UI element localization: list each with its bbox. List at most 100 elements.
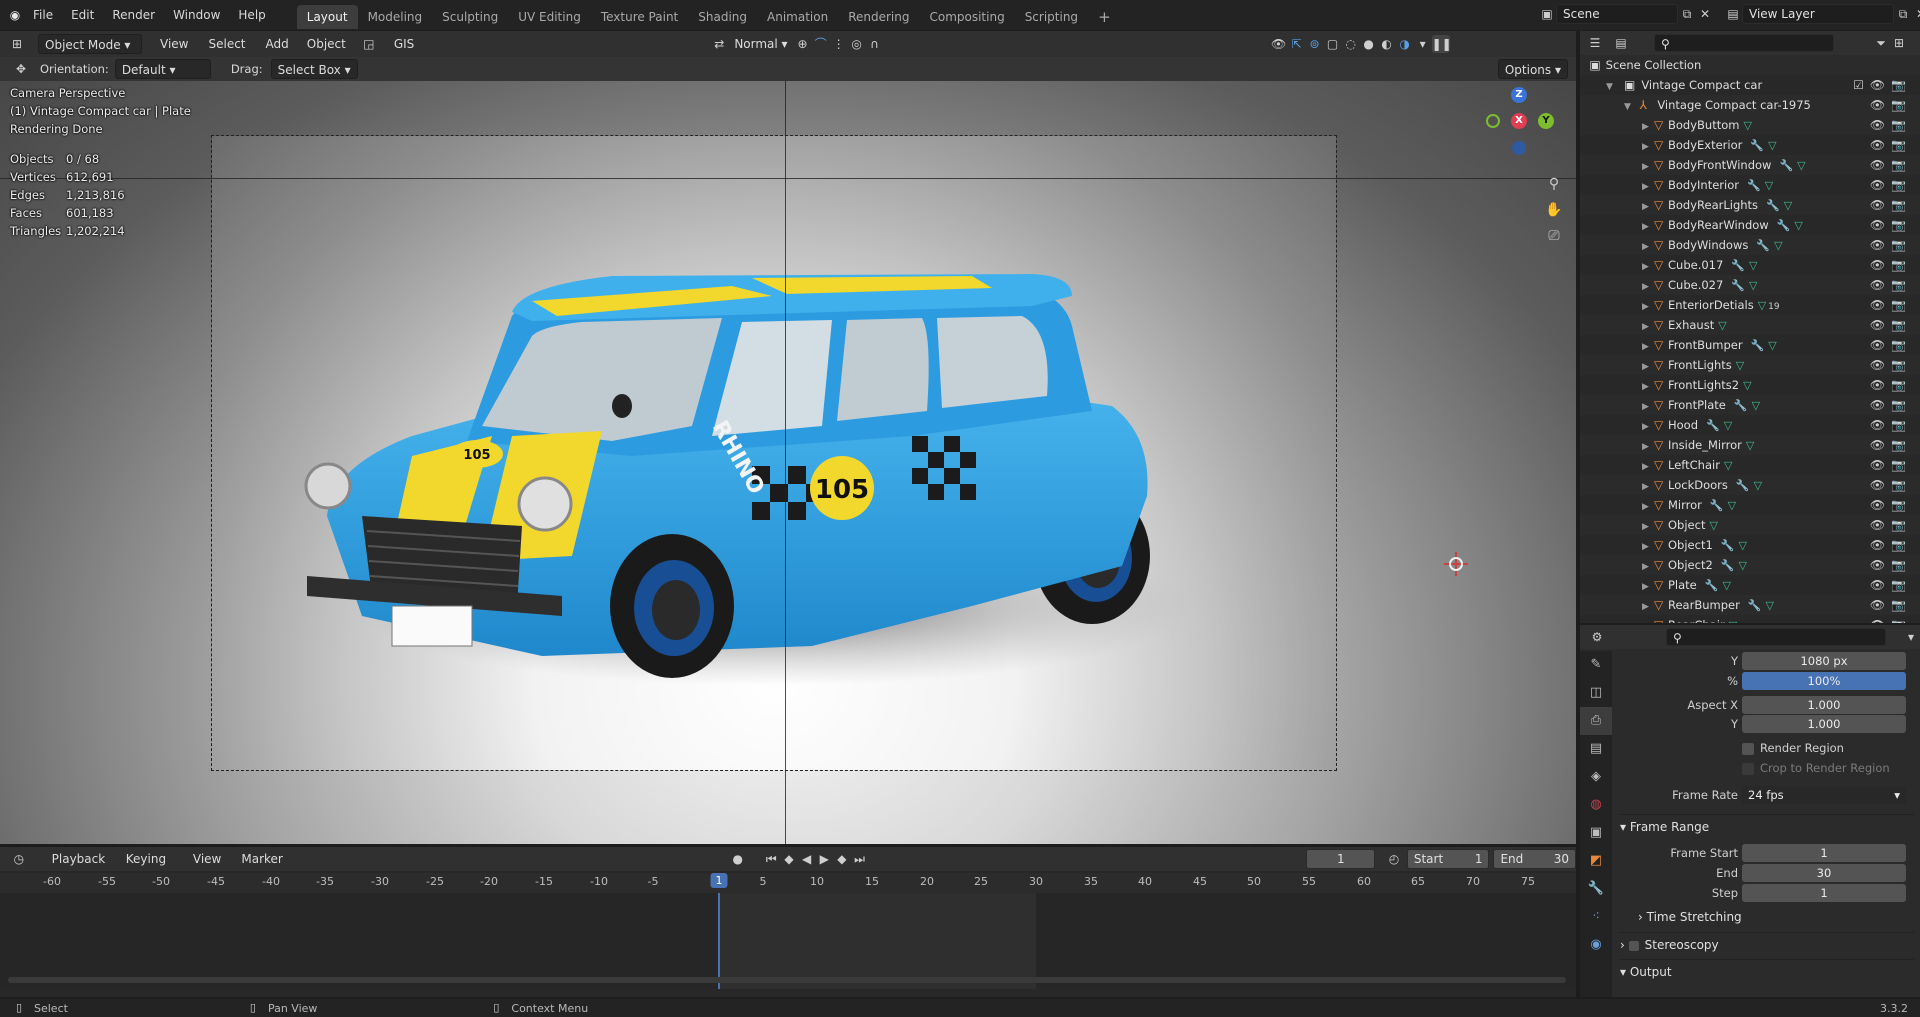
pause-render-icon[interactable]: ❚❚ <box>1431 35 1452 53</box>
row-visibility-icons[interactable]: 👁📷 <box>1870 295 1912 315</box>
row-visibility-icons[interactable]: 👁📷 <box>1870 95 1912 115</box>
gizmo-neg-z-axis[interactable] <box>1512 141 1526 155</box>
row-visibility-icons[interactable]: 👁📷 <box>1870 355 1912 375</box>
mesh-data-icon[interactable]: ▽ <box>1738 559 1746 572</box>
outliner-object-row[interactable]: ▶ ▽ Object ▽ 👁📷 <box>1580 515 1920 535</box>
mesh-data-icon[interactable]: ▽ <box>1743 119 1751 132</box>
mesh-data-icon[interactable]: ▽ <box>1758 299 1766 312</box>
output-tab-icon[interactable]: ⎙ <box>1580 707 1612 735</box>
row-visibility-icons[interactable]: 👁📷 <box>1870 495 1912 515</box>
menu-playback[interactable]: Playback ▾ <box>46 849 120 886</box>
collapse-arrow-icon[interactable]: ▾ <box>1620 965 1626 979</box>
modifier-wrench-icon[interactable]: 🔧 <box>1756 239 1770 252</box>
row-visibility-icons[interactable]: 👁📷 <box>1870 175 1912 195</box>
snap-target-icon[interactable]: ⋮ <box>830 35 848 53</box>
row-visibility-icons[interactable]: 👁📷 <box>1870 395 1912 415</box>
gizmo-toggle-icon[interactable]: ⇱ <box>1288 35 1306 53</box>
new-collection-icon[interactable]: ⊞ <box>1890 34 1908 52</box>
outliner-editor-type-icon[interactable]: ☰ <box>1586 34 1604 52</box>
visibility-icon[interactable]: 👁 <box>1270 35 1288 53</box>
mesh-data-icon[interactable]: ▽ <box>1752 399 1760 412</box>
modifier-wrench-icon[interactable]: 🔧 <box>1748 599 1762 612</box>
tool-tab-icon[interactable]: ✎ <box>1580 651 1612 679</box>
mesh-data-icon[interactable]: ▽ <box>1754 479 1762 492</box>
outliner-object-row[interactable]: ▶ ▽ Object2 🔧 ▽ 👁📷 <box>1580 555 1920 575</box>
filter-icon[interactable]: ⏷ <box>1872 34 1890 52</box>
transform-orientation-dropdown[interactable]: Normal ▾ <box>728 34 793 54</box>
falloff-icon[interactable]: ∩ <box>866 35 884 53</box>
empty-object-row[interactable]: ▼ ⅄ Vintage Compact car-1975 👁📷 <box>1580 95 1920 115</box>
current-frame-field[interactable]: 1 <box>1306 849 1376 869</box>
properties-editor-type-icon[interactable]: ⚙ <box>1588 628 1606 646</box>
menu-edit[interactable]: Edit <box>62 0 103 30</box>
render-tab-icon[interactable]: ◫ <box>1580 679 1612 707</box>
tab-uv-editing[interactable]: UV Editing <box>508 5 591 29</box>
jump-start-icon[interactable]: ⏮ <box>763 850 781 868</box>
output-panel-header[interactable]: ▾ Output <box>1620 959 1914 983</box>
modifier-wrench-icon[interactable]: 🔧 <box>1721 539 1735 552</box>
gizmo-neg-y-axis[interactable] <box>1486 114 1500 128</box>
record-icon[interactable]: ● <box>729 850 747 868</box>
view-layer-tab-icon[interactable]: ▤ <box>1580 735 1612 763</box>
outliner-search-input[interactable]: ⚲ <box>1654 34 1834 52</box>
tab-scripting[interactable]: Scripting <box>1015 5 1088 29</box>
mesh-data-icon[interactable]: ▽ <box>1722 579 1730 592</box>
view-layer-field[interactable]: View Layer <box>1742 4 1894 24</box>
menu-file[interactable]: File <box>24 0 62 30</box>
outliner-object-row[interactable]: ▶ ▽ Mirror 🔧 ▽ 👁📷 <box>1580 495 1920 515</box>
mesh-data-icon[interactable]: ▽ <box>1749 259 1757 272</box>
mesh-data-icon[interactable]: ▽ <box>1718 319 1726 332</box>
outliner-object-row[interactable]: ▶ ▽ BodyExterior 🔧 ▽ 👁📷 <box>1580 135 1920 155</box>
expand-arrow-icon[interactable]: ▶ <box>1642 277 1654 297</box>
transform-orientation-icon[interactable]: ⇄ <box>710 35 728 53</box>
outliner-object-row[interactable]: ▶ ▽ FrontLights ▽ 👁📷 <box>1580 355 1920 375</box>
mesh-data-icon[interactable]: ▽ <box>1736 359 1744 372</box>
row-visibility-icons[interactable]: 👁📷 <box>1870 255 1912 275</box>
mesh-data-icon[interactable]: ▽ <box>1746 439 1754 452</box>
row-visibility-icons[interactable]: ☑👁📷 <box>1853 75 1912 95</box>
expand-arrow-icon[interactable]: ▶ <box>1642 397 1654 417</box>
expand-arrow-icon[interactable]: ▶ <box>1642 557 1654 577</box>
blender-logo-icon[interactable]: ◉ <box>6 6 24 24</box>
display-mode-icon[interactable]: ▤ <box>1612 34 1630 52</box>
editor-type-icon[interactable]: ⊞ <box>8 35 26 53</box>
row-visibility-icons[interactable]: 👁📷 <box>1870 315 1912 335</box>
expand-arrow-icon[interactable]: ▶ <box>1642 337 1654 357</box>
row-visibility-icons[interactable]: 👁📷 <box>1870 195 1912 215</box>
tab-texture-paint[interactable]: Texture Paint <box>591 5 688 29</box>
row-visibility-icons[interactable]: 👁📷 <box>1870 375 1912 395</box>
expand-arrow-icon[interactable]: ▶ <box>1642 317 1654 337</box>
move-tool-icon[interactable]: ✥ <box>12 60 30 78</box>
mesh-data-icon[interactable]: ▽ <box>1768 139 1776 152</box>
mesh-data-icon[interactable]: ▽ <box>1794 219 1802 232</box>
expand-arrow-icon[interactable]: ▶ <box>1642 437 1654 457</box>
row-visibility-icons[interactable]: 👁📷 <box>1870 275 1912 295</box>
snap-icon[interactable]: ⌒ <box>812 35 830 53</box>
mesh-data-icon[interactable]: ▽ <box>1729 619 1737 623</box>
tab-layout[interactable]: Layout <box>296 4 358 29</box>
object-tab-icon[interactable]: ◩ <box>1580 847 1612 875</box>
mesh-data-icon[interactable]: ▽ <box>1724 459 1732 472</box>
tab-sculpting[interactable]: Sculpting <box>432 5 508 29</box>
expand-arrow-icon[interactable]: ▼ <box>1606 77 1618 97</box>
menu-gis[interactable]: GIS <box>388 34 420 54</box>
end-frame-field[interactable]: End 30 <box>1493 849 1577 869</box>
collection-row[interactable]: ▼ ▣ Vintage Compact car ☑👁📷 <box>1580 75 1920 95</box>
delete-scene-icon[interactable]: ✕ <box>1696 5 1714 23</box>
outliner-object-row[interactable]: ▶ ▽ Exhaust ▽ 👁📷 <box>1580 315 1920 335</box>
orientation-dropdown[interactable]: Default ▾ <box>114 59 211 79</box>
outliner-object-row[interactable]: ▶ ▽ Plate 🔧 ▽ 👁📷 <box>1580 575 1920 595</box>
outliner-object-row[interactable]: ▶ ▽ FrontLights2 ▽ 👁📷 <box>1580 375 1920 395</box>
gizmo-x-axis[interactable]: X <box>1511 113 1527 129</box>
expand-arrow-icon[interactable]: ▶ <box>1642 117 1654 137</box>
timeline-editor[interactable]: ◷ Playback ▾ Keying ▾ View Marker ● ⏮ ◆ … <box>0 847 1577 997</box>
zoom-icon[interactable]: ⚲ <box>1542 171 1566 197</box>
timeline-scrollbar[interactable] <box>8 977 1566 983</box>
outliner-object-row[interactable]: ▶ ▽ Cube.017 🔧 ▽ 👁📷 <box>1580 255 1920 275</box>
scene-tab-icon[interactable]: ◈ <box>1580 763 1612 791</box>
expand-arrow-icon[interactable]: ▶ <box>1642 617 1654 623</box>
tab-modeling[interactable]: Modeling <box>358 5 433 29</box>
timeline-ruler[interactable]: -60 -55 -50 -45 -40 -35 -30 -25 -20 -15 … <box>0 873 1576 893</box>
row-visibility-icons[interactable]: 👁📷 <box>1870 335 1912 355</box>
shading-solid-icon[interactable]: ● <box>1360 35 1378 53</box>
